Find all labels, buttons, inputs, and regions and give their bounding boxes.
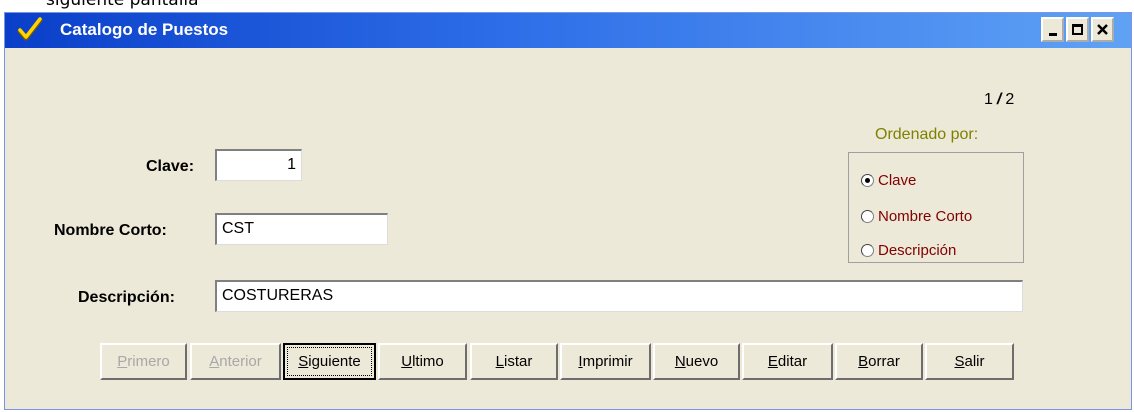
ultimo-button[interactable]: Ultimo [378, 343, 467, 380]
sort-option-clave[interactable]: Clave [861, 172, 916, 189]
total-records: 2 [1005, 91, 1015, 108]
minimize-icon [1048, 33, 1057, 36]
editar-button[interactable]: Editar [742, 343, 833, 380]
sort-option-label: Descripción [878, 242, 957, 259]
document-caption: siguiente pantalla [46, 0, 199, 10]
radio-unselected-icon [861, 210, 874, 223]
clave-field[interactable]: 1 [215, 149, 302, 181]
descripcion-field[interactable]: COSTURERAS [215, 280, 1023, 312]
primero-button[interactable]: Primero [100, 343, 187, 380]
descripcion-label: Descripción: [78, 289, 175, 306]
maximize-icon [1072, 24, 1083, 35]
close-icon [1097, 24, 1108, 35]
clave-label: Clave: [146, 158, 195, 175]
siguiente-button[interactable]: Siguiente [283, 343, 376, 380]
listar-button[interactable]: Listar [470, 343, 558, 380]
sort-options-group: Clave Nombre Corto Descripción [848, 152, 1024, 263]
sort-option-nombre-corto[interactable]: Nombre Corto [861, 208, 972, 225]
sort-option-label: Clave [878, 172, 917, 189]
minimize-button[interactable] [1041, 17, 1064, 42]
close-button[interactable] [1091, 17, 1114, 42]
maximize-button[interactable] [1066, 17, 1089, 42]
record-separator: / [996, 91, 1002, 108]
sort-option-descripcion[interactable]: Descripción [861, 242, 956, 259]
title-bar[interactable]: Catalogo de Puestos [5, 13, 1131, 48]
salir-button[interactable]: Salir [925, 343, 1014, 380]
nombre-corto-label: Nombre Corto: [54, 222, 167, 239]
nombre-corto-field[interactable]: CST [215, 213, 388, 245]
borrar-button[interactable]: Borrar [835, 343, 923, 380]
anterior-button[interactable]: Anterior [190, 343, 281, 380]
catalog-window: Catalogo de Puestos 1/2 Clave: 1 Nombre … [4, 12, 1132, 410]
window-title: Catalogo de Puestos [60, 20, 229, 39]
checkmark-icon [17, 17, 43, 41]
radio-unselected-icon [861, 244, 874, 257]
imprimir-button[interactable]: Imprimir [560, 343, 651, 380]
sort-option-label: Nombre Corto [878, 208, 973, 225]
current-record: 1 [984, 91, 993, 108]
radio-selected-icon [861, 174, 874, 187]
sort-title: Ordenado por: [875, 126, 979, 143]
record-indicator: 1/2 [984, 91, 1014, 109]
nuevo-button[interactable]: Nuevo [653, 343, 740, 380]
